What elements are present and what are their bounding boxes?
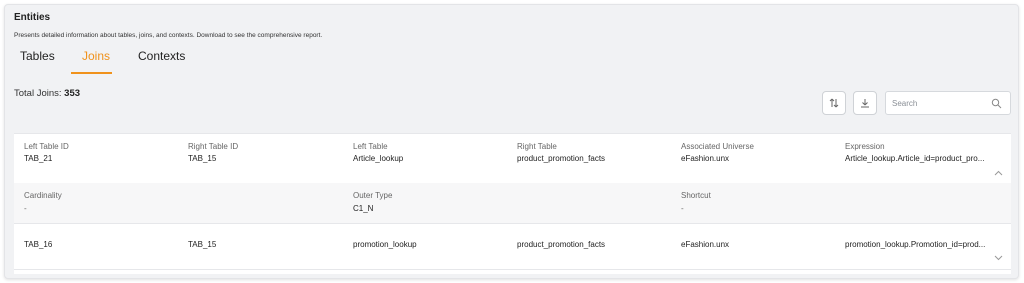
associated-universe-value: eFashion.unx [681, 154, 730, 163]
chevron-down-icon[interactable] [994, 255, 1003, 261]
total-joins: Total Joins: 353 [14, 88, 80, 99]
table-row-details: Cardinality - Outer Type C1_N Shortcut - [14, 183, 1011, 224]
search-icon[interactable] [991, 98, 1002, 109]
left-table-value: promotion_lookup [353, 240, 417, 249]
chevron-up-icon[interactable] [994, 170, 1003, 176]
table-row[interactable]: TAB_16 TAB_15 promotion_lookup product_p… [14, 225, 1011, 270]
sort-icon [829, 98, 839, 108]
download-icon [861, 99, 869, 108]
cardinality-label: Cardinality [24, 191, 62, 200]
page-title: Entities [14, 12, 51, 23]
shortcut-label: Shortcut [681, 191, 711, 200]
left-table-id-value: TAB_21 [24, 154, 53, 163]
tab-contexts[interactable]: Contexts [138, 49, 185, 63]
right-table-label: Right Table [517, 142, 557, 151]
right-table-value: product_promotion_facts [517, 154, 606, 163]
search-box [885, 91, 1011, 115]
download-button[interactable] [853, 91, 877, 115]
entities-panel: Entities Presents detailed information a… [4, 4, 1019, 279]
shortcut-value: - [681, 204, 684, 213]
sort-button[interactable] [822, 91, 846, 115]
associated-universe-label: Associated Universe [681, 142, 754, 151]
outer-type-value: C1_N [353, 204, 374, 213]
right-table-value: product_promotion_facts [517, 240, 606, 249]
expression-value: promotion_lookup.Promotion_id=prod... [845, 240, 986, 249]
active-tab-indicator [71, 72, 112, 74]
joins-table: Left Table ID TAB_21 Right Table ID TAB_… [14, 133, 1011, 274]
right-table-id-label: Right Table ID [188, 142, 239, 151]
left-table-value: Article_lookup [353, 154, 404, 163]
cardinality-value: - [24, 204, 27, 213]
total-joins-value: 353 [64, 88, 81, 99]
right-table-id-value: TAB_15 [188, 240, 217, 249]
expression-value: Article_lookup.Article_id=product_pro... [845, 154, 985, 163]
tab-joins[interactable]: Joins [82, 49, 110, 63]
table-row[interactable]: Left Table ID TAB_21 Right Table ID TAB_… [14, 134, 1011, 183]
search-input[interactable] [892, 97, 988, 110]
outer-type-label: Outer Type [353, 191, 393, 200]
left-table-id-value: TAB_16 [24, 240, 53, 249]
right-table-id-value: TAB_15 [188, 154, 217, 163]
tab-tables[interactable]: Tables [20, 49, 55, 63]
total-joins-label: Total Joins: [14, 88, 65, 99]
expression-label: Expression [845, 142, 885, 151]
associated-universe-value: eFashion.unx [681, 240, 730, 249]
left-table-label: Left Table [353, 142, 388, 151]
page-subtitle: Presents detailed information about tabl… [14, 32, 323, 39]
left-table-id-label: Left Table ID [24, 142, 69, 151]
